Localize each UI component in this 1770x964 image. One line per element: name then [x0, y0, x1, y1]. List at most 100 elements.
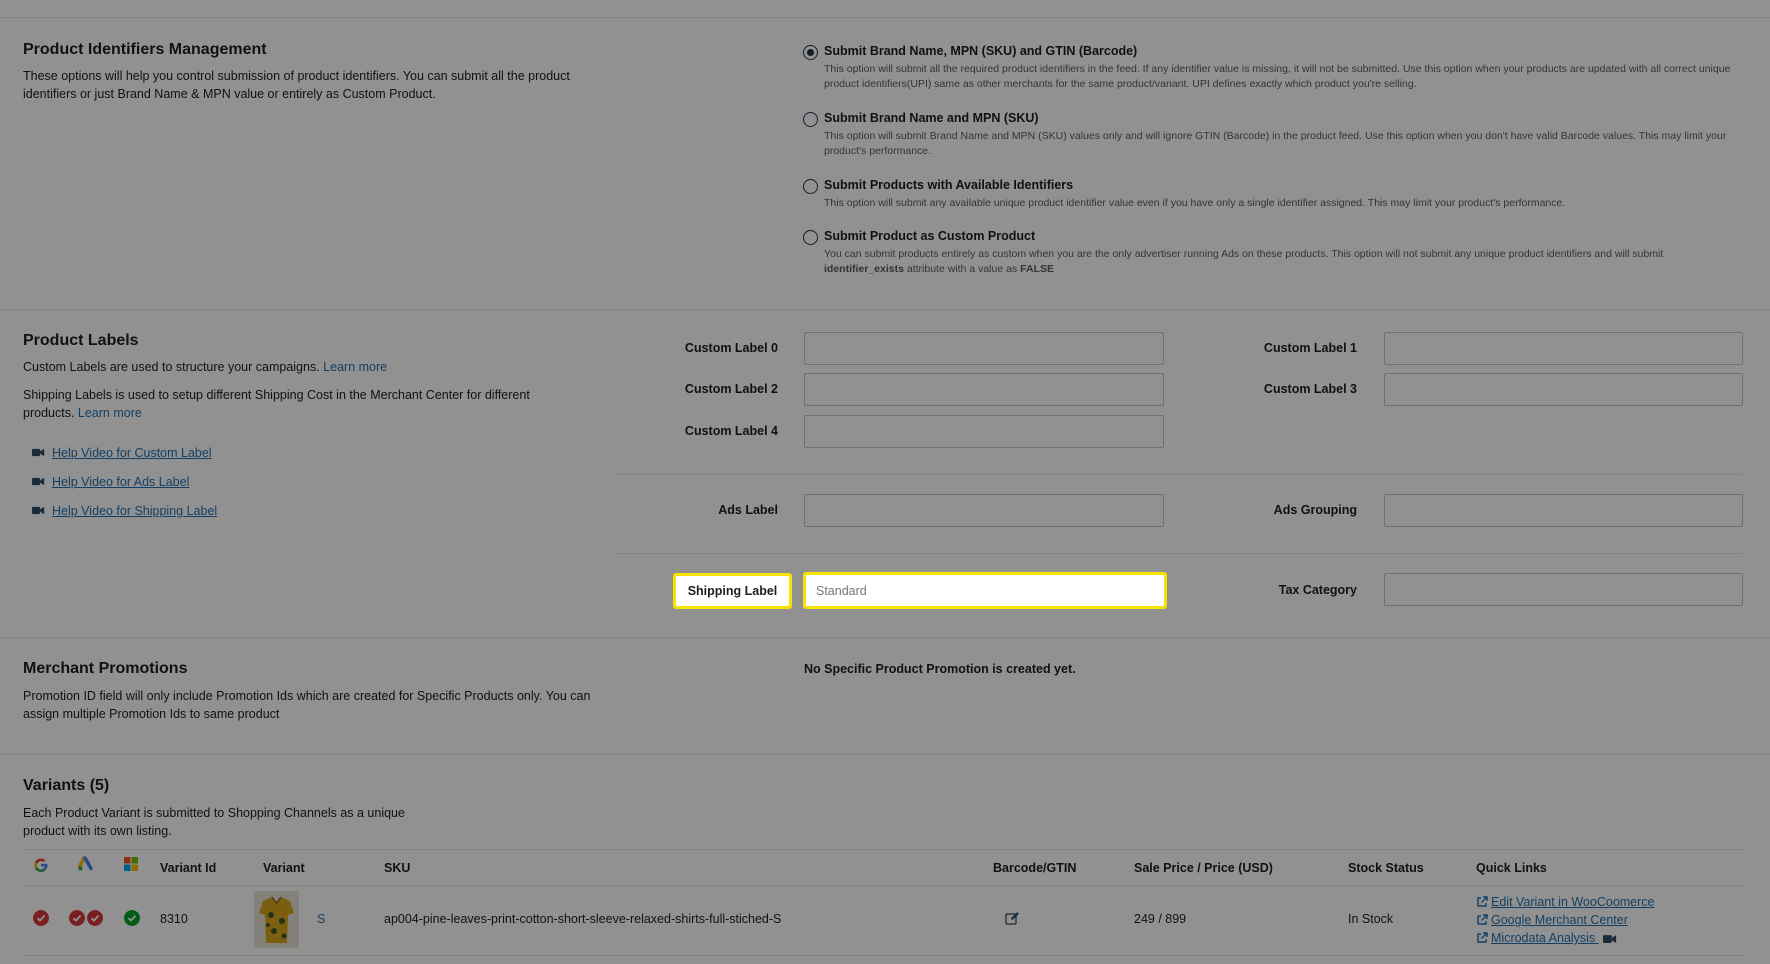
section-divider — [0, 309, 1770, 310]
custom-label-4-input[interactable] — [804, 415, 1164, 448]
option-description: You can submit products entirely as cust… — [824, 247, 1744, 277]
variant-thumbnail — [254, 891, 299, 948]
custom-label-4-label: Custom Label 4 — [684, 424, 778, 438]
column-header-variant-id: Variant Id — [160, 861, 217, 875]
help-video-label: Help Video for Custom Label — [52, 446, 212, 460]
option-custom-product[interactable]: Submit Product as Custom Product You can… — [803, 229, 1743, 279]
section-divider — [0, 637, 1770, 638]
video-camera-icon — [32, 478, 45, 486]
help-video-shipping-label[interactable]: Help Video for Shipping Label — [32, 504, 217, 518]
top-bar — [0, 0, 1770, 18]
column-header-stock-status: Stock Status — [1348, 861, 1424, 875]
radio-button[interactable] — [803, 230, 818, 245]
variant-id-cell: 8310 — [160, 912, 188, 926]
column-header-price: Sale Price / Price (USD) — [1134, 861, 1273, 875]
google-error-icon[interactable] — [33, 910, 49, 926]
section-divider — [614, 553, 1742, 554]
custom-label-2-input[interactable] — [804, 373, 1164, 406]
option-description: This option will submit all the required… — [824, 63, 1731, 90]
variants-title: Variants (5) — [23, 777, 110, 794]
column-header-barcode: Barcode/GTIN — [993, 861, 1077, 875]
labels-description-2: Shipping Labels is used to setup differe… — [23, 386, 568, 422]
option-label: Submit Brand Name, MPN (SKU) and GTIN (B… — [824, 44, 1138, 58]
shipping-label-text: Shipping Label — [687, 584, 778, 598]
quick-link-label: Microdata Analysis — [1491, 931, 1596, 945]
learn-more-link[interactable]: Learn more — [323, 360, 387, 374]
option-label: Submit Products with Available Identifie… — [824, 178, 1074, 192]
ads-error-icon[interactable] — [87, 910, 103, 926]
custom-label-2-label: Custom Label 2 — [684, 382, 778, 396]
google-icon — [34, 858, 48, 872]
ads-grouping-input[interactable] — [1384, 494, 1743, 527]
edit-variant-link[interactable]: Edit Variant in WooCoomerce — [1476, 895, 1655, 909]
custom-label-1-label: Custom Label 1 — [1263, 341, 1357, 355]
custom-label-1-input[interactable] — [1384, 332, 1743, 365]
google-ads-icon — [78, 856, 93, 871]
identifiers-description: These options will help you control subm… — [23, 69, 570, 101]
custom-label-3-label: Custom Label 3 — [1263, 382, 1357, 396]
learn-more-link[interactable]: Learn more — [78, 406, 142, 420]
option-brand-mpn[interactable]: Submit Brand Name and MPN (SKU) This opt… — [803, 111, 1743, 161]
page: Product Identifiers Management These opt… — [0, 0, 1770, 964]
microsoft-icon — [124, 857, 138, 871]
option-label: Submit Brand Name and MPN (SKU) — [824, 111, 1039, 125]
section-divider — [614, 474, 1742, 475]
shipping-label-label: Shipping Label — [673, 573, 792, 609]
variant-link[interactable]: S — [317, 912, 325, 926]
variants-description: Each Product Variant is submitted to Sho… — [23, 806, 405, 838]
ads-label-input[interactable] — [804, 494, 1164, 527]
video-camera-icon — [32, 449, 45, 457]
no-promotion-message: No Specific Product Promotion is created… — [804, 662, 1076, 676]
edit-icon[interactable] — [1005, 911, 1020, 925]
custom-label-3-input[interactable] — [1384, 373, 1743, 406]
identifiers-title: Product Identifiers Management — [23, 41, 267, 58]
quick-link-label: Edit Variant in WooCoomerce — [1491, 895, 1655, 909]
tax-category-input[interactable] — [1384, 573, 1743, 606]
custom-label-0-label: Custom Label 0 — [684, 341, 778, 355]
quick-link-label: Google Merchant Center — [1491, 913, 1628, 927]
microdata-analysis-link[interactable]: Microdata Analysis — [1476, 931, 1617, 945]
promotions-title: Merchant Promotions — [23, 660, 188, 677]
column-header-quick-links: Quick Links — [1476, 861, 1547, 875]
custom-label-0-input[interactable] — [804, 332, 1164, 365]
labels-description-1: Custom Labels are used to structure your… — [23, 358, 593, 376]
labels-title: Product Labels — [23, 332, 139, 349]
external-link-icon — [1477, 932, 1488, 943]
radio-button-checked[interactable] — [803, 45, 818, 60]
external-link-icon — [1477, 914, 1488, 925]
radio-button[interactable] — [803, 179, 818, 194]
option-available-identifiers[interactable]: Submit Products with Available Identifie… — [803, 178, 1743, 214]
column-header-sku: SKU — [384, 861, 411, 875]
desc-text: attribute with a value as — [903, 263, 1021, 275]
ads-label-label: Ads Label — [718, 503, 778, 517]
help-video-ads-label[interactable]: Help Video for Ads Label — [32, 475, 189, 489]
table-top-border — [23, 849, 1743, 850]
ads-grouping-label: Ads Grouping — [1273, 503, 1357, 517]
option-label: Submit Product as Custom Product — [824, 229, 1036, 243]
table-header-border — [23, 885, 1743, 886]
help-video-label: Help Video for Ads Label — [52, 475, 190, 489]
google-merchant-center-link[interactable]: Google Merchant Center — [1476, 913, 1628, 927]
desc-bold: identifier_exists — [824, 263, 904, 275]
column-header-variant: Variant — [263, 861, 305, 875]
table-row-border — [23, 955, 1743, 956]
price-cell: 249 / 899 — [1134, 912, 1187, 926]
section-divider — [0, 754, 1770, 755]
ads-error-icon[interactable] — [69, 910, 85, 926]
help-video-custom-label[interactable]: Help Video for Custom Label — [32, 446, 212, 460]
tax-category-label: Tax Category — [1278, 583, 1357, 597]
radio-button[interactable] — [803, 112, 818, 127]
shipping-label-input[interactable] — [803, 572, 1167, 609]
video-camera-icon — [32, 507, 45, 515]
desc-text: Custom Labels are used to structure your… — [23, 360, 320, 374]
microsoft-success-icon[interactable] — [124, 910, 140, 926]
sku-cell: ap004-pine-leaves-print-cotton-short-sle… — [384, 912, 782, 926]
stock-status-cell: In Stock — [1348, 912, 1394, 926]
desc-text: You can submit products entirely as cust… — [824, 248, 1664, 260]
video-camera-icon — [1602, 934, 1616, 943]
promotions-description: Promotion ID field will only include Pro… — [23, 689, 591, 721]
option-brand-mpn-gtin[interactable]: Submit Brand Name, MPN (SKU) and GTIN (B… — [803, 44, 1743, 94]
option-description: This option will submit any available un… — [824, 197, 1566, 209]
desc-bold: FALSE — [1020, 263, 1054, 275]
option-description: This option will submit Brand Name and M… — [824, 130, 1727, 157]
